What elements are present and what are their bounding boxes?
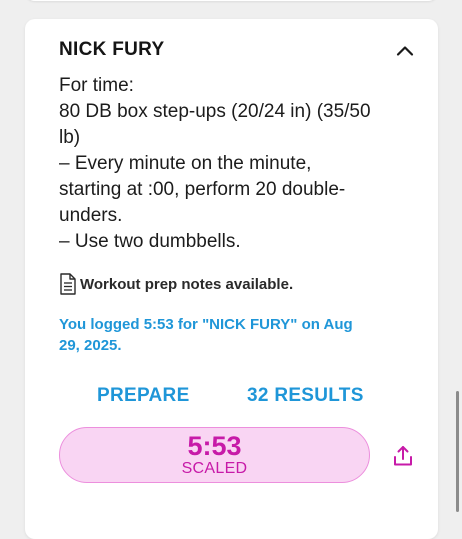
workout-description: For time: 80 DB box step-ups (20/24 in) … [59,73,409,255]
result-pill[interactable]: 5:53 SCALED [59,427,370,483]
share-icon[interactable] [392,444,414,468]
description-line: For time: [59,75,134,96]
description-line: starting at :00, perform 20 double- [59,179,346,200]
result-time: 5:53 [187,431,242,461]
previous-card-edge [25,0,438,1]
description-line: lb) [59,127,81,148]
prepare-button[interactable]: PREPARE [97,385,190,407]
scrollbar[interactable] [456,391,459,512]
results-button[interactable]: 32 RESULTS [247,385,364,407]
description-line: – Use two dumbbells. [59,231,241,252]
logged-line: You logged 5:53 for "NICK FURY" on Aug [59,316,353,333]
description-line: – Every minute on the minute, [59,153,312,174]
logged-result-message[interactable]: You logged 5:53 for "NICK FURY" on Aug 2… [59,314,394,356]
prep-notes: Workout prep notes available. [59,273,293,295]
description-line: 80 DB box step-ups (20/24 in) (35/50 [59,101,371,122]
workout-title: NICK FURY [59,39,165,60]
workout-card: NICK FURY For time: 80 DB box step-ups (… [25,19,438,539]
prep-notes-label: Workout prep notes available. [80,275,294,293]
description-line: unders. [59,205,123,226]
logged-line: 29, 2025. [59,337,122,354]
chevron-up-icon[interactable] [394,40,416,62]
result-scale: SCALED [181,460,248,477]
document-icon [59,273,77,295]
